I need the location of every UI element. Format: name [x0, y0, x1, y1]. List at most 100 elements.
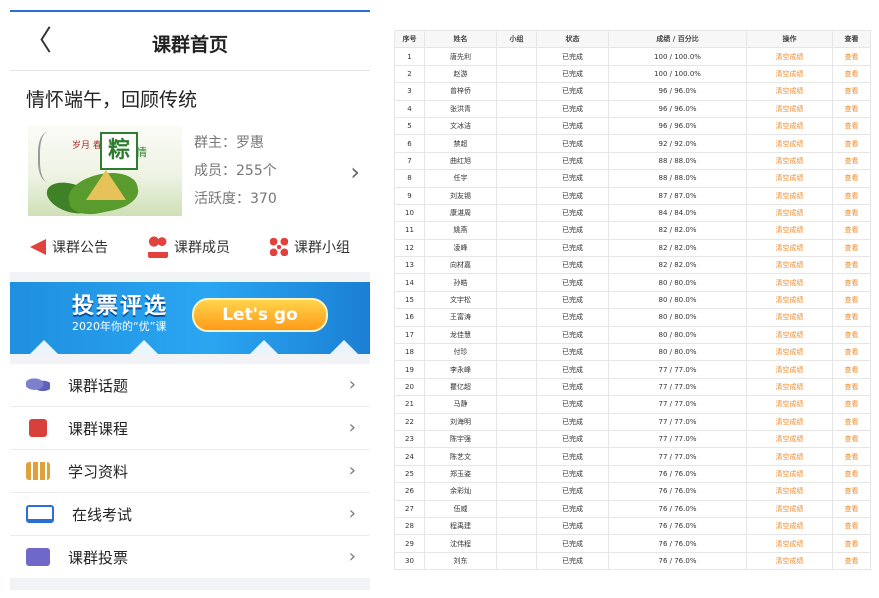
clear-score-link[interactable]: 清空成绩: [746, 360, 833, 379]
view-link[interactable]: 查看: [832, 238, 871, 258]
group-info-row[interactable]: 岁月 春秋 粽 情 群主：罗惠 成员：255个 活跃度：370 ›: [10, 120, 370, 228]
clear-score-link[interactable]: 清空成绩: [746, 221, 833, 240]
clear-score-link[interactable]: 清空成绩: [746, 256, 833, 275]
clear-score-link[interactable]: 清空成绩: [746, 377, 833, 397]
menu-item-label: 课群课程: [68, 419, 129, 438]
view-link[interactable]: 查看: [832, 429, 871, 449]
view-link[interactable]: 查看: [832, 64, 871, 84]
view-link[interactable]: 查看: [832, 256, 871, 275]
row-name: 唐先利: [424, 47, 497, 66]
view-link[interactable]: 查看: [832, 99, 871, 118]
clear-score-link[interactable]: 清空成绩: [746, 151, 833, 171]
clear-score-link[interactable]: 清空成绩: [746, 482, 833, 501]
view-link[interactable]: 查看: [832, 447, 871, 466]
view-link[interactable]: 查看: [832, 151, 871, 171]
clear-score-link[interactable]: 清空成绩: [746, 447, 833, 466]
view-link[interactable]: 查看: [832, 534, 871, 553]
view-link[interactable]: 查看: [832, 186, 871, 205]
row-score: 100 / 100.0%: [608, 64, 747, 84]
view-link[interactable]: 查看: [832, 47, 871, 66]
row-no: 10: [394, 203, 425, 223]
megaphone-icon: [30, 239, 46, 255]
clear-score-link[interactable]: 清空成绩: [746, 273, 833, 292]
clear-score-link[interactable]: 清空成绩: [746, 116, 833, 136]
clear-score-link[interactable]: 清空成绩: [746, 516, 833, 536]
row-status: 已完成: [536, 534, 609, 553]
row-status: 已完成: [536, 395, 609, 414]
view-link[interactable]: 查看: [832, 464, 871, 484]
clear-score-link[interactable]: 清空成绩: [746, 290, 833, 310]
row-status: 已完成: [536, 429, 609, 449]
clear-score-link[interactable]: 清空成绩: [746, 238, 833, 258]
view-link[interactable]: 查看: [832, 308, 871, 327]
table-row: 19 李永峰 已完成 77 / 77.0% 清空成绩 查看: [394, 360, 871, 379]
view-link[interactable]: 查看: [832, 395, 871, 414]
view-link[interactable]: 查看: [832, 482, 871, 501]
view-link[interactable]: 查看: [832, 516, 871, 536]
table-header-row: 序号 姓名 小组 状态 成绩 / 百分比 操作 查看: [394, 29, 871, 49]
lets-go-button[interactable]: Let's go: [192, 298, 328, 332]
users-icon: [148, 236, 168, 258]
clear-score-link[interactable]: 清空成绩: [746, 412, 833, 431]
clear-score-link[interactable]: 清空成绩: [746, 203, 833, 223]
clear-score-link[interactable]: 清空成绩: [746, 308, 833, 327]
row-name: 沈伟程: [424, 534, 497, 553]
vote-banner[interactable]: 投票评选 2020年你的“优”课 Let's go: [10, 282, 370, 354]
row-name: 赵游: [424, 64, 497, 84]
row-score: 77 / 77.0%: [608, 395, 747, 414]
menu-item-exam[interactable]: 在线考试 ›: [10, 493, 370, 536]
row-name: 禁超: [424, 134, 497, 153]
clear-score-link[interactable]: 清空成绩: [746, 64, 833, 84]
table-row: 8 任宇 已完成 88 / 88.0% 清空成绩 查看: [394, 169, 871, 188]
view-link[interactable]: 查看: [832, 377, 871, 397]
members-button[interactable]: 课群成员: [148, 236, 230, 258]
row-no: 2: [394, 64, 425, 84]
group-actions: 课群公告 课群成员 课群小组: [10, 228, 370, 272]
menu-item-courses[interactable]: 课群课程 ›: [10, 407, 370, 450]
view-link[interactable]: 查看: [832, 169, 871, 188]
clear-score-link[interactable]: 清空成绩: [746, 169, 833, 188]
view-link[interactable]: 查看: [832, 221, 871, 240]
view-link[interactable]: 查看: [832, 273, 871, 292]
clear-score-link[interactable]: 清空成绩: [746, 464, 833, 484]
row-score: 76 / 76.0%: [608, 551, 747, 571]
row-name: 孙皓: [424, 273, 497, 292]
view-link[interactable]: 查看: [832, 412, 871, 431]
table-row: 30 刘东 已完成 76 / 76.0% 清空成绩 查看: [394, 551, 871, 571]
menu-item-topics[interactable]: 课群话题 ›: [10, 364, 370, 407]
table-row: 28 程禹建 已完成 76 / 76.0% 清空成绩 查看: [394, 516, 871, 536]
clear-score-link[interactable]: 清空成绩: [746, 499, 833, 518]
menu-item-vote[interactable]: 课群投票 ›: [10, 536, 370, 578]
subgroups-button[interactable]: 课群小组: [270, 236, 350, 258]
view-link[interactable]: 查看: [832, 203, 871, 223]
clear-score-link[interactable]: 清空成绩: [746, 47, 833, 66]
row-status: 已完成: [536, 377, 609, 397]
clear-score-link[interactable]: 清空成绩: [746, 186, 833, 205]
row-score: 96 / 96.0%: [608, 82, 747, 101]
view-link[interactable]: 查看: [832, 82, 871, 101]
clear-score-link[interactable]: 清空成绩: [746, 429, 833, 449]
row-score: 96 / 96.0%: [608, 99, 747, 118]
view-link[interactable]: 查看: [832, 551, 871, 571]
view-link[interactable]: 查看: [832, 116, 871, 136]
view-link[interactable]: 查看: [832, 343, 871, 362]
view-link[interactable]: 查看: [832, 325, 871, 345]
view-link[interactable]: 查看: [832, 499, 871, 518]
view-link[interactable]: 查看: [832, 360, 871, 379]
clear-score-link[interactable]: 清空成绩: [746, 551, 833, 571]
clear-score-link[interactable]: 清空成绩: [746, 395, 833, 414]
clear-score-link[interactable]: 清空成绩: [746, 134, 833, 153]
chevron-right-icon[interactable]: ›: [350, 158, 360, 186]
view-link[interactable]: 查看: [832, 134, 871, 153]
view-link[interactable]: 查看: [832, 290, 871, 310]
clear-score-link[interactable]: 清空成绩: [746, 343, 833, 362]
clear-score-link[interactable]: 清空成绩: [746, 534, 833, 553]
row-group: [496, 256, 537, 275]
menu-item-materials[interactable]: 学习资料 ›: [10, 450, 370, 493]
row-name: 任宇: [424, 169, 497, 188]
cover-tag: 情: [136, 146, 147, 159]
clear-score-link[interactable]: 清空成绩: [746, 99, 833, 118]
announcement-button[interactable]: 课群公告: [30, 236, 108, 258]
clear-score-link[interactable]: 清空成绩: [746, 325, 833, 345]
clear-score-link[interactable]: 清空成绩: [746, 82, 833, 101]
